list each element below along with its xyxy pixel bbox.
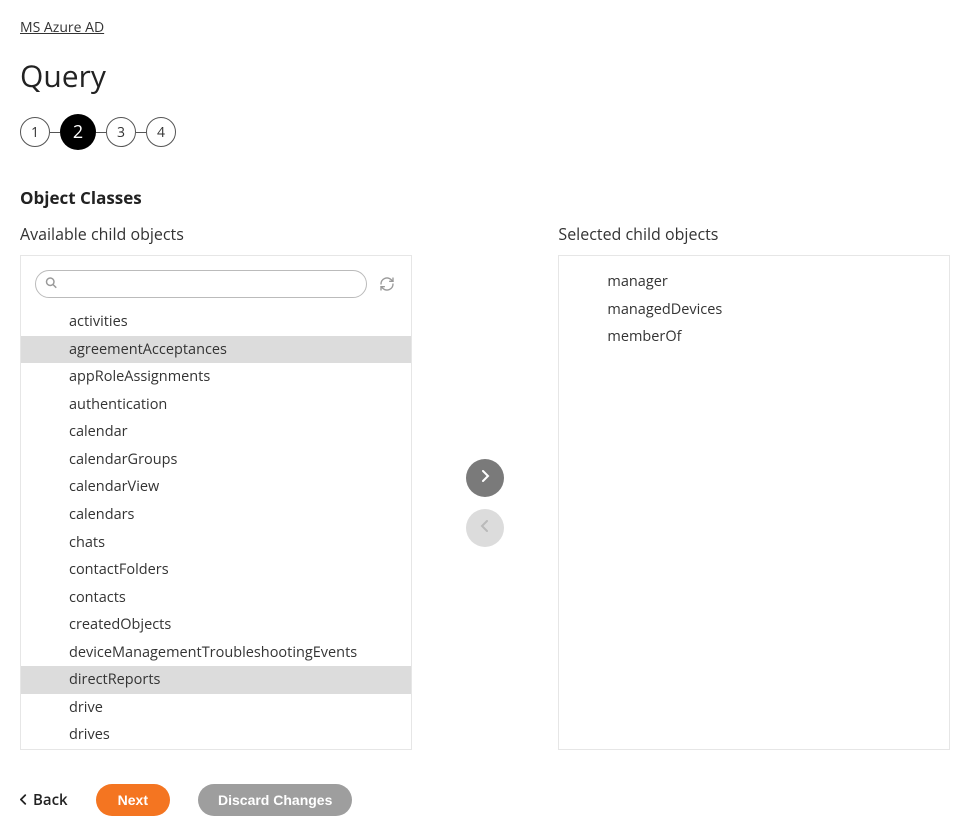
- list-item[interactable]: deviceManagementTroubleshootingEvents: [21, 639, 411, 667]
- list-item[interactable]: calendar: [21, 418, 411, 446]
- available-panel: activitiesagreementAcceptancesappRoleAss…: [20, 255, 412, 750]
- list-item[interactable]: calendars: [21, 501, 411, 529]
- list-item[interactable]: createdObjects: [21, 611, 411, 639]
- refresh-button[interactable]: [377, 274, 397, 294]
- selected-panel: managermanagedDevicesmemberOf: [558, 255, 950, 750]
- list-item[interactable]: calendarView: [21, 473, 411, 501]
- list-item[interactable]: contacts: [21, 584, 411, 612]
- step-1[interactable]: 1: [20, 117, 50, 147]
- selected-list: managermanagedDevicesmemberOf: [559, 268, 949, 749]
- list-item[interactable]: manager: [559, 268, 949, 296]
- stepper: 1234: [20, 114, 950, 150]
- list-item[interactable]: contactFolders: [21, 556, 411, 584]
- available-title: Available child objects: [20, 223, 412, 245]
- list-item[interactable]: appRoleAssignments: [21, 363, 411, 391]
- available-list: activitiesagreementAcceptancesappRoleAss…: [21, 308, 411, 749]
- footer: Back Next Discard Changes: [20, 784, 950, 816]
- next-button[interactable]: Next: [96, 784, 170, 816]
- chevron-left-icon: [480, 520, 490, 535]
- discard-button[interactable]: Discard Changes: [198, 784, 352, 816]
- chevron-left-icon: [20, 790, 27, 810]
- list-item[interactable]: directReports: [21, 666, 411, 694]
- back-button[interactable]: Back: [20, 790, 68, 810]
- list-item[interactable]: chats: [21, 529, 411, 557]
- selected-title: Selected child objects: [558, 223, 950, 245]
- search-input[interactable]: [35, 270, 367, 298]
- back-label: Back: [33, 790, 68, 810]
- step-2[interactable]: 2: [60, 114, 96, 150]
- remove-button: [466, 509, 504, 547]
- dual-list: Available child objects: [20, 223, 950, 750]
- list-item[interactable]: drive: [21, 694, 411, 722]
- add-button[interactable]: [466, 459, 504, 497]
- list-item[interactable]: authentication: [21, 391, 411, 419]
- page-title: Query: [20, 55, 950, 96]
- step-3[interactable]: 3: [106, 117, 136, 147]
- list-item[interactable]: agreementAcceptances: [21, 336, 411, 364]
- object-classes-heading: Object Classes: [20, 186, 950, 209]
- list-item[interactable]: activities: [21, 308, 411, 336]
- list-item[interactable]: managedDevices: [559, 296, 949, 324]
- breadcrumb-link[interactable]: MS Azure AD: [20, 18, 104, 37]
- list-item[interactable]: drives: [21, 721, 411, 749]
- step-4[interactable]: 4: [146, 117, 176, 147]
- list-item[interactable]: memberOf: [559, 323, 949, 351]
- search-icon: [45, 275, 57, 294]
- chevron-right-icon: [480, 470, 490, 485]
- list-item[interactable]: calendarGroups: [21, 446, 411, 474]
